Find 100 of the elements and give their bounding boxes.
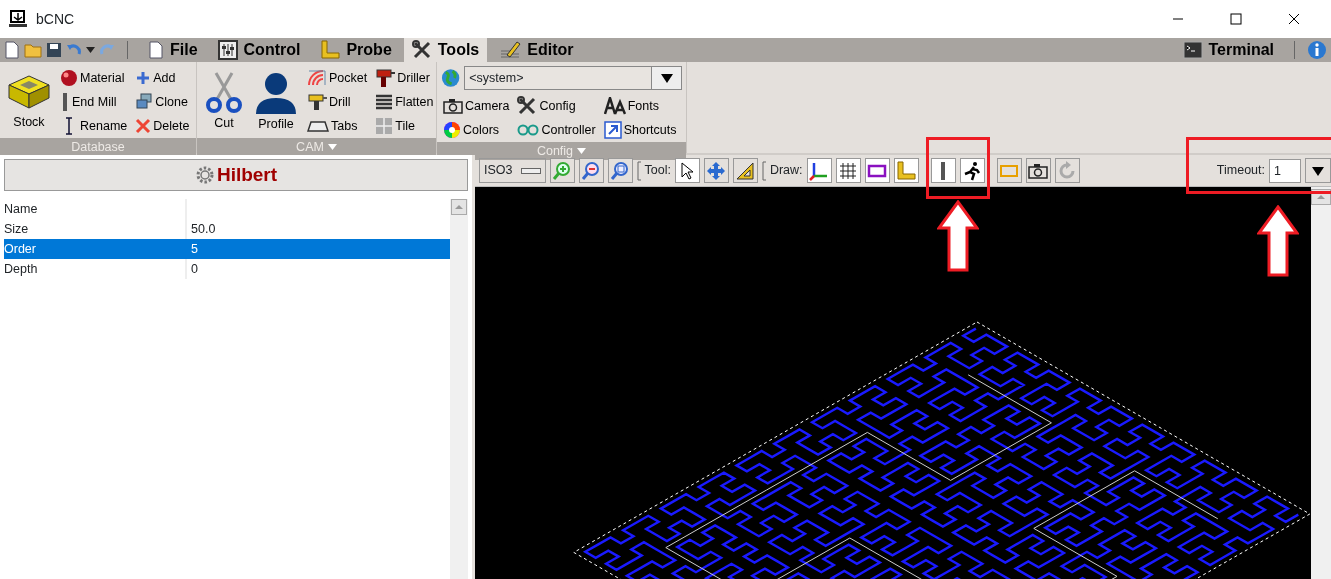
ribbon-button[interactable]: Config (515, 94, 598, 118)
zoom-in-icon (552, 160, 572, 181)
grid-icon (375, 117, 394, 135)
glasses-icon (517, 123, 540, 137)
draw-toggle-button[interactable] (893, 158, 919, 183)
rectangle-icon (867, 162, 888, 179)
tool-label: Tool: (644, 162, 671, 180)
ribbon-button[interactable]: Profile (251, 68, 301, 136)
ribbon-button[interactable]: Clone (133, 90, 192, 114)
timeout-dropdown-button[interactable] (1305, 158, 1331, 183)
group-label: Database (71, 139, 125, 156)
caret-icon (1312, 165, 1324, 176)
plus-icon (135, 70, 152, 86)
highlight-box (925, 137, 990, 199)
ribbon-button[interactable]: Flatten (373, 90, 436, 114)
tool-button[interactable] (732, 158, 758, 183)
end-mill-icon (60, 92, 70, 112)
property-name: Order (4, 239, 187, 259)
timeout-field[interactable]: 1 (1269, 158, 1301, 183)
view-dropdown[interactable]: ISO3 (479, 158, 546, 183)
ribbon-button[interactable]: Delete (133, 114, 192, 138)
ribbon-button[interactable]: Tabs (305, 114, 370, 138)
quick-access-button[interactable] (46, 42, 62, 58)
group-label: CAM (296, 139, 324, 156)
separator-icon (761, 160, 766, 181)
property-row[interactable]: Name (4, 199, 450, 219)
scrollbar[interactable] (1311, 187, 1331, 579)
scrollbar[interactable] (450, 199, 468, 579)
camera-icon (1028, 162, 1049, 179)
document-icon (148, 41, 164, 59)
zoom-button[interactable] (607, 158, 633, 183)
drill-icon (375, 68, 396, 88)
property-row[interactable]: Order 5 (4, 239, 450, 259)
quick-access-button[interactable] (86, 47, 95, 53)
property-row[interactable]: Depth 0 (4, 259, 450, 279)
draw-toggle-button[interactable] (864, 158, 890, 183)
zoom-fit-icon (610, 160, 630, 181)
draw-label: Draw: (769, 162, 803, 180)
draw-toggle-button[interactable] (959, 158, 985, 183)
scroll-up-icon (451, 199, 467, 215)
ruler-icon (896, 160, 917, 181)
draw-toggle-button[interactable] (1054, 158, 1080, 183)
property-value: 5 (190, 241, 198, 258)
terminal-tab[interactable]: Terminal (1174, 38, 1282, 62)
draw-toggle-button[interactable] (835, 158, 861, 183)
zoom-button[interactable] (549, 158, 575, 183)
ribbon-tab[interactable]: Tools (403, 38, 488, 62)
group-label: Config (536, 143, 574, 160)
ribbon-button[interactable]: Rename (58, 114, 130, 138)
ribbon-button[interactable]: Driller (373, 66, 436, 90)
sphere-icon (60, 69, 78, 87)
separator-icon (636, 160, 641, 181)
ribbon-tab[interactable]: File (140, 38, 206, 62)
draw-toggle-button[interactable] (806, 158, 832, 183)
info-button[interactable] (1307, 40, 1327, 60)
ribbon-button[interactable]: Fonts (601, 94, 679, 118)
ribbon-tab[interactable]: Probe (312, 38, 400, 62)
ribbon-button[interactable]: Add (133, 66, 192, 90)
wrench-screwdriver-icon (517, 96, 538, 116)
ribbon-button[interactable]: Drill (305, 90, 370, 114)
ruler-icon (320, 40, 341, 60)
document-icon (4, 41, 20, 59)
move-arrows-icon (706, 160, 727, 181)
draw-toggle-button[interactable] (996, 158, 1022, 183)
ribbon-button[interactable]: Pocket (305, 66, 370, 90)
grid-icon (838, 160, 859, 181)
ribbon-button[interactable]: Cut (201, 69, 247, 135)
axes-icon (809, 160, 830, 181)
arrow-box-icon (603, 121, 622, 139)
maximize-icon (1230, 13, 1242, 26)
ribbon-button[interactable]: Camera (441, 94, 512, 118)
caret-icon (327, 144, 337, 150)
property-name: Name (4, 199, 187, 219)
computer-icon (8, 9, 28, 29)
letters-icon (603, 97, 626, 115)
up-arrow (1257, 205, 1299, 277)
caret-icon (660, 73, 673, 83)
ribbon-button[interactable]: Controller (515, 118, 598, 142)
timeout-label: Timeout: (1216, 162, 1265, 180)
property-name: Depth (4, 259, 187, 279)
ribbon-tab[interactable]: Editor (491, 38, 582, 62)
dash-icon (520, 167, 541, 174)
ribbon-button[interactable]: Tile (373, 114, 436, 138)
ribbon-button[interactable]: Shortcuts (601, 118, 679, 142)
tool-button[interactable] (674, 158, 700, 183)
panel-title-button[interactable]: Hilbert (4, 159, 468, 191)
zoom-button[interactable] (578, 158, 604, 183)
config-dropdown[interactable]: <system> (464, 66, 682, 90)
draw-toggle-button[interactable] (930, 158, 956, 183)
caret-icon (86, 47, 95, 53)
draw-toggle-button[interactable] (1025, 158, 1051, 183)
camera-icon (443, 98, 463, 114)
ribbon-tab[interactable]: Control (209, 38, 309, 62)
ribbon-button[interactable]: Stock (4, 70, 54, 134)
ribbon-button[interactable]: Colors (441, 118, 512, 142)
globe-icon (441, 68, 461, 88)
folder-icon (24, 42, 42, 58)
ribbon-button[interactable]: End Mill (58, 90, 130, 114)
ribbon-button[interactable]: Material (58, 66, 130, 90)
caret-icon (577, 148, 587, 154)
